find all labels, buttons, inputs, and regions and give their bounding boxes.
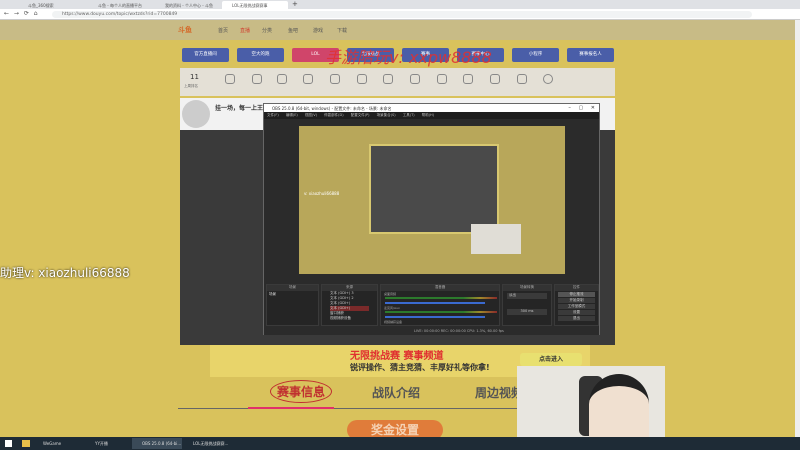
obs-title-bar: OBS 25.0.8 (64-bit, windows) - 配置文件: 未命名… [264, 104, 599, 112]
source-item[interactable]: 视频捕获设备 [330, 316, 369, 321]
audio-meter [385, 297, 497, 299]
browser-tab-bar: 斗鱼_360搜索 斗鱼 - 每个人的直播平台 我的资料 - 个人中心 - 斗鱼 … [0, 0, 800, 9]
calendar-icon[interactable] [303, 74, 313, 84]
obs-preview[interactable]: v: xiaozhuli66888 [299, 126, 565, 274]
alarm-icon[interactable] [410, 74, 420, 84]
browser-tab-active[interactable]: LOL无限挑战赛赛事 [222, 1, 288, 9]
headset-icon[interactable] [490, 74, 500, 84]
url-input[interactable]: https://www.douyu.com/topic/wxtzds?rid=7… [52, 11, 752, 18]
taskbar-item[interactable]: YY开播 [85, 438, 130, 449]
clipboard-icon[interactable] [383, 74, 393, 84]
settings-button[interactable]: 设置 [558, 310, 595, 315]
mixer-dock: 混音器 桌面音频 麦克风/Aux 视频捕获设备 [380, 284, 500, 326]
activity-button[interactable]: 空大的跑 [237, 48, 284, 62]
mixer-channel-label: 桌面音频 [384, 292, 397, 296]
obs-status-bar: LIVE: 00:00:00 REC: 00:00:00 CPU: 1.3%, … [264, 328, 599, 335]
tab-event-info[interactable]: 赛事信息 [270, 380, 333, 403]
watermark-text: 手游陪玩v: xxpw8888 [325, 48, 492, 67]
pulse-icon[interactable] [252, 74, 262, 84]
volume-slider[interactable] [385, 316, 485, 318]
enter-button[interactable]: 点击进入 [520, 353, 582, 366]
rank-label: 上周排名 [184, 84, 198, 88]
preview-overlay-text: v: xiaozhuli66888 [304, 191, 340, 196]
obs-title: OBS 25.0.8 (64-bit, windows) - 配置文件: 未命名… [272, 106, 392, 111]
banner-subtitle: 锐评操作、猜主竞猜、丰厚好礼等你拿! [350, 363, 490, 372]
taskbar-item[interactable]: LOL无限挑战赛赛... [183, 438, 233, 449]
file-explorer-icon[interactable] [22, 440, 30, 447]
badge-icon[interactable] [357, 74, 367, 84]
window-controls-icon[interactable]: – ▢ ✕ [568, 105, 595, 111]
gift-icon[interactable] [277, 74, 287, 84]
banner-title: 无限挑战赛 赛事频道 [350, 351, 444, 362]
avatar[interactable] [182, 100, 210, 128]
site-logo[interactable]: 斗鱼 [178, 25, 192, 35]
activity-button[interactable]: 官方直播间 [182, 48, 229, 62]
taskbar-item[interactable]: WeGame [33, 438, 78, 449]
nav-link[interactable]: 游戏 [313, 27, 323, 34]
browser-tab[interactable]: 斗鱼 - 每个人的直播平台 [88, 1, 158, 9]
activity-button[interactable]: 赛事报名人 [567, 48, 614, 62]
obs-menu-bar[interactable]: 文件(F) 编辑(E) 视图(V) 停靠部件(D) 配置文件(P) 场景集合(S… [264, 112, 599, 119]
users-icon[interactable] [463, 74, 473, 84]
taskbar: WeGame YY开播 OBS 25.0.8 (64-bi... LOL无限挑战… [0, 437, 800, 450]
sources-dock: 来源 文本 (GDI+) 3 文本 (GDI+) 2 文本 (GDI+) 文本 … [321, 284, 378, 326]
studio-mode-button[interactable]: 工作室模式 [558, 304, 595, 309]
scene-item[interactable]: 场景 [267, 291, 318, 298]
nav-link[interactable]: 直播 [240, 27, 250, 34]
glasses-icon[interactable] [517, 74, 527, 84]
rocket-icon[interactable] [330, 74, 340, 84]
nav-buttons-icon[interactable]: ← → ⟳ ⌂ [4, 10, 38, 17]
volume-slider[interactable] [385, 302, 485, 304]
obs-window: OBS 25.0.8 (64-bit, windows) - 配置文件: 未命名… [263, 103, 600, 335]
scenes-dock: 场景 场景 [266, 284, 319, 326]
transition-select[interactable]: 淡出 [507, 293, 547, 299]
streamer-face [589, 374, 649, 440]
dock-header: 控件 [555, 285, 598, 291]
nav-link[interactable]: 鱼吧 [288, 27, 298, 34]
nav-link[interactable]: 下载 [337, 27, 347, 34]
tab-team-intro[interactable]: 战队介绍 [372, 384, 420, 401]
room-title: 挂一场，每一上王者 [215, 105, 270, 112]
dock-header: 场景转换 [503, 285, 551, 291]
mixer-channel-label: 视频捕获设备 [384, 320, 403, 324]
browser-tab[interactable]: 斗鱼_360搜索 [18, 1, 98, 9]
tab-active-indicator [248, 407, 334, 409]
taskbar-item[interactable]: OBS 25.0.8 (64-bi... [132, 438, 182, 449]
diamond-icon[interactable] [437, 74, 447, 84]
new-tab-icon[interactable]: + [292, 0, 298, 8]
activity-button[interactable]: 小程序 [512, 48, 559, 62]
duration-input[interactable]: 300 ms [507, 309, 547, 315]
site-header: 斗鱼 首页 直播 分类 鱼吧 游戏 下载 [0, 20, 800, 40]
address-bar-row: ← → ⟳ ⌂ https://www.douyu.com/topic/wxtz… [0, 9, 800, 20]
stop-streaming-button[interactable]: 停止推流 [558, 292, 595, 297]
preview-webcam [471, 224, 521, 254]
page-scrollbar[interactable] [795, 20, 800, 437]
start-recording-button[interactable]: 开始录制 [558, 298, 595, 303]
rank-count: 11 [190, 73, 199, 81]
tab-videos[interactable]: 周边视频 [475, 384, 523, 401]
nested-preview [369, 144, 499, 234]
windows-start-icon[interactable] [5, 440, 12, 447]
browser-tab[interactable]: 我的资料 - 个人中心 - 斗鱼 [155, 1, 220, 9]
nav-link[interactable]: 首页 [218, 27, 228, 34]
exit-button[interactable]: 退出 [558, 316, 595, 321]
audio-meter [385, 311, 497, 313]
mixer-channel-label: 麦克风/Aux [384, 306, 400, 310]
overlay-contact-text: 助理v: xiaozhuli66888 [0, 266, 130, 280]
more-icon[interactable] [543, 74, 553, 84]
transitions-dock: 场景转换 淡出 300 ms [502, 284, 552, 326]
toggle-icon[interactable] [225, 74, 235, 84]
nav-link[interactable]: 分类 [262, 27, 272, 34]
controls-dock: 控件 停止推流 开始录制 工作室模式 设置 退出 [554, 284, 599, 326]
webcam-overlay [517, 366, 665, 440]
dock-header: 混音器 [381, 285, 499, 291]
